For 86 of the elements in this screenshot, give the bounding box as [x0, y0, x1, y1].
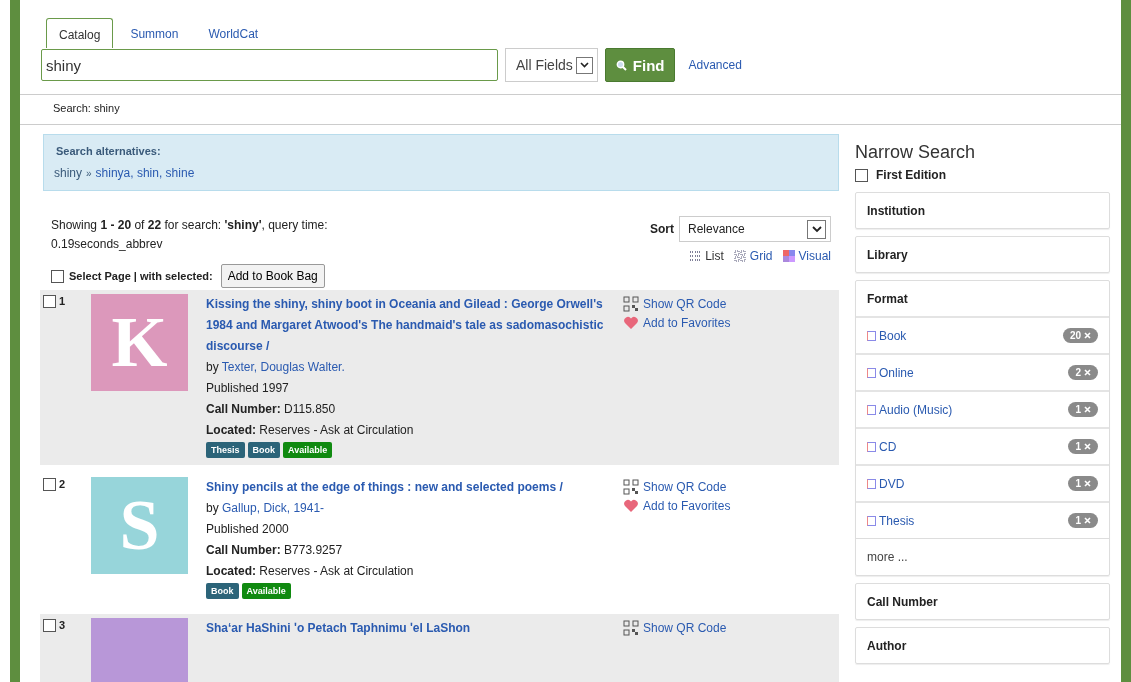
result-title[interactable]: Kissing the shiny, shiny boot in Oceania and Gilead : George Orwell's 1984 and Margaret Atwood's The handmaid's tale as sadomasochistic discourse /: [206, 294, 606, 357]
facet-option[interactable]: Online: [867, 365, 914, 380]
facet-option[interactable]: Book: [867, 328, 907, 343]
tab[interactable]: WorldCat: [195, 17, 272, 47]
select-page-label: Select Page | with selected:: [69, 270, 213, 282]
checkbox[interactable]: [51, 269, 64, 283]
favorites-link[interactable]: Add to Favorites: [623, 499, 731, 513]
result-number: 1: [59, 295, 66, 307]
add-to-book-bag-button[interactable]: Add to Book Bag: [220, 264, 325, 288]
qr-code-link[interactable]: Show QR Code: [623, 479, 731, 495]
heart-icon: [623, 316, 639, 330]
facet-heading[interactable]: Library: [856, 237, 1109, 272]
facet-heading[interactable]: Author: [856, 628, 1109, 663]
facet-heading[interactable]: Format: [856, 281, 1109, 316]
close-icon: [1084, 443, 1091, 450]
more-link[interactable]: more ...: [856, 538, 1109, 575]
qr-code-icon: [623, 296, 639, 312]
call-number-label: Call Number:: [206, 543, 281, 557]
author-prefix: by: [206, 501, 219, 515]
status-label: Available: [283, 442, 333, 458]
facet-option[interactable]: Thesis: [867, 513, 915, 528]
caret-icon: [811, 225, 822, 233]
result-title[interactable]: Shiny pencils at the edge of things : new and selected poems /: [206, 477, 606, 498]
result-number: 3: [59, 619, 66, 631]
status-label: Available: [241, 583, 291, 599]
suggestion-links[interactable]: shinya, shin, shine: [95, 166, 195, 180]
location-label: Located:: [206, 423, 256, 437]
sort-label: Sort: [650, 222, 674, 236]
search-term: shiny: [54, 166, 82, 180]
published-date: Published 2000: [206, 521, 290, 538]
checkbox[interactable]: [855, 168, 868, 182]
published-date: Published 1997: [206, 380, 290, 397]
result-title[interactable]: Sha‘ar HaShini ʹo Petach Taphnimu ʹel LaShon: [206, 618, 606, 639]
close-icon: [1084, 406, 1091, 413]
author-prefix: by: [206, 360, 219, 374]
results-summary: Showing 1 - 20 of 22 for search: 'shiny', query time: 0.19seconds_abbrev: [51, 217, 329, 253]
field-dropdown[interactable]: All Fields: [505, 48, 598, 82]
arrow-symbol: »: [86, 167, 92, 179]
grid-icon: [733, 250, 746, 262]
heart-icon: [623, 499, 639, 513]
facet-option[interactable]: Audio (Music): [867, 402, 953, 417]
author-link[interactable]: Texter, Douglas Walter.: [221, 360, 345, 374]
format-label: Book: [247, 442, 280, 458]
format-label: Thesis: [206, 442, 245, 458]
checkbox[interactable]: [43, 478, 56, 491]
call-number: D115.850: [284, 402, 336, 416]
search-icon: [615, 59, 627, 71]
alternatives-heading: Search alternatives:: [56, 145, 162, 157]
author-link[interactable]: Gallup, Dick, 1941-: [222, 501, 325, 515]
facet-heading[interactable]: Call Number: [856, 584, 1109, 619]
location: Reserves - Ask at Circulation: [259, 423, 414, 437]
tab[interactable]: Summon: [117, 17, 192, 47]
location-label: Located:: [206, 564, 256, 578]
location: Reserves - Ask at Circulation: [259, 564, 414, 578]
first-edition-label: First Edition: [876, 168, 946, 182]
call-number: B773.9257: [284, 543, 343, 557]
advanced-link[interactable]: Advanced: [688, 58, 742, 72]
search-field[interactable]: shiny: [41, 49, 498, 81]
caret-icon: [579, 62, 589, 68]
close-icon: [1084, 369, 1091, 376]
view-link[interactable]: List: [689, 249, 724, 263]
call-number-label: Call Number:: [206, 402, 281, 416]
sort-dropdown[interactable]: Relevance: [679, 216, 831, 242]
narrow-search-heading: Narrow Search: [855, 142, 977, 163]
view-link[interactable]: Visual: [782, 249, 831, 263]
facet-heading[interactable]: Institution: [856, 193, 1109, 228]
qr-code-icon: [623, 620, 639, 636]
mosaic-icon: [782, 250, 795, 262]
breadcrumb: Search: shiny: [20, 94, 1121, 125]
facet-option[interactable]: DVD: [867, 476, 905, 491]
close-icon: [1084, 332, 1091, 339]
checkbox[interactable]: [43, 295, 56, 308]
result-number: 2: [59, 478, 66, 490]
qr-code-link[interactable]: Show QR Code: [623, 620, 727, 636]
qr-code-link[interactable]: Show QR Code: [623, 296, 731, 312]
checkbox[interactable]: [43, 619, 56, 632]
list-icon: [689, 250, 702, 262]
close-icon: [1084, 517, 1091, 524]
facet-option[interactable]: CD: [867, 439, 897, 454]
format-label: Book: [206, 583, 239, 599]
close-icon: [1084, 480, 1091, 487]
view-link[interactable]: Grid: [733, 249, 773, 263]
favorites-link[interactable]: Add to Favorites: [623, 316, 731, 330]
qr-code-icon: [623, 479, 639, 495]
find-button[interactable]: Find: [604, 48, 676, 82]
tab[interactable]: Catalog: [46, 18, 114, 48]
